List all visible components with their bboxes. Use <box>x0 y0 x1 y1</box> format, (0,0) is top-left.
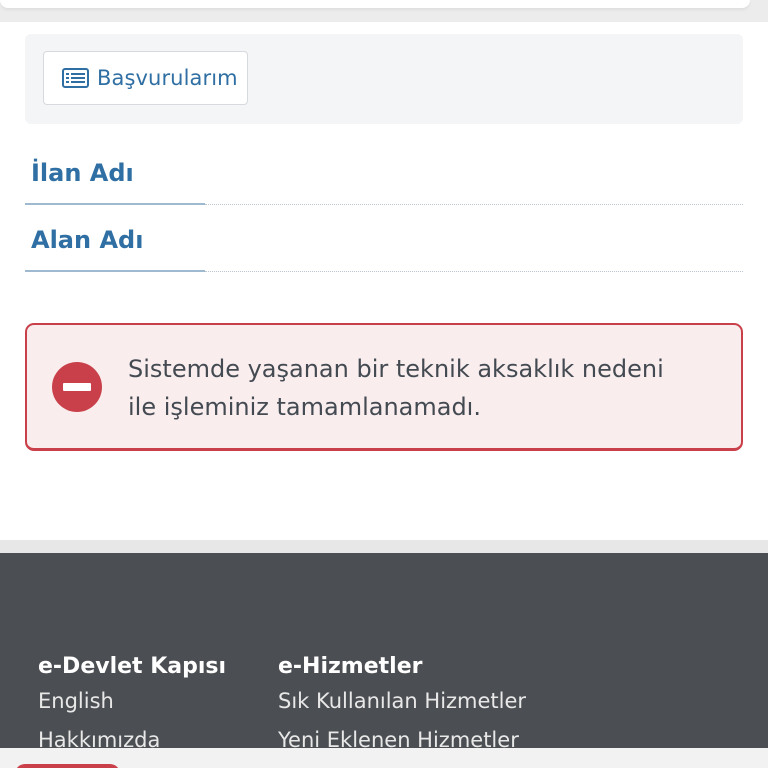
section-divider <box>0 540 768 553</box>
footer-column-title: e-Hizmetler <box>278 654 423 679</box>
field-underline-dotted <box>205 204 743 205</box>
footer: e-Devlet Kapısı English Hakkımızda e-Hiz… <box>0 553 768 768</box>
field-underline-dotted <box>205 271 743 272</box>
field-ilan-adi[interactable]: İlan Adı <box>25 155 743 205</box>
action-panel: Başvurularım <box>25 34 743 124</box>
bottom-red-tab[interactable] <box>15 764 120 768</box>
page: Başvurularım İlan Adı Alan Adı Sistemde … <box>0 0 768 768</box>
top-card-edge <box>0 0 750 8</box>
field-label-ilan-adi: İlan Adı <box>31 159 134 187</box>
error-alert: Sistemde yaşanan bir teknik aksaklık ned… <box>25 323 743 451</box>
footer-column-ehizmetler: e-Hizmetler Sık Kullanılan Hizmetler Yen… <box>278 652 526 760</box>
field-underline <box>25 270 205 272</box>
applications-button[interactable]: Başvurularım <box>43 51 248 105</box>
error-message: Sistemde yaşanan bir teknik aksaklık ned… <box>128 355 664 421</box>
footer-column-edevlet: e-Devlet Kapısı English Hakkımızda <box>38 652 226 760</box>
applications-button-label: Başvurularım <box>97 66 238 90</box>
field-alan-adi[interactable]: Alan Adı <box>25 222 743 272</box>
footer-link-english[interactable]: English <box>38 682 226 721</box>
field-label-alan-adi: Alan Adı <box>31 226 144 254</box>
field-underline <box>25 203 205 205</box>
list-icon <box>62 68 89 88</box>
footer-column-title: e-Devlet Kapısı <box>38 654 227 679</box>
error-minus-icon <box>52 362 102 412</box>
footer-link-sik-kullanilan[interactable]: Sık Kullanılan Hizmetler <box>278 682 526 721</box>
